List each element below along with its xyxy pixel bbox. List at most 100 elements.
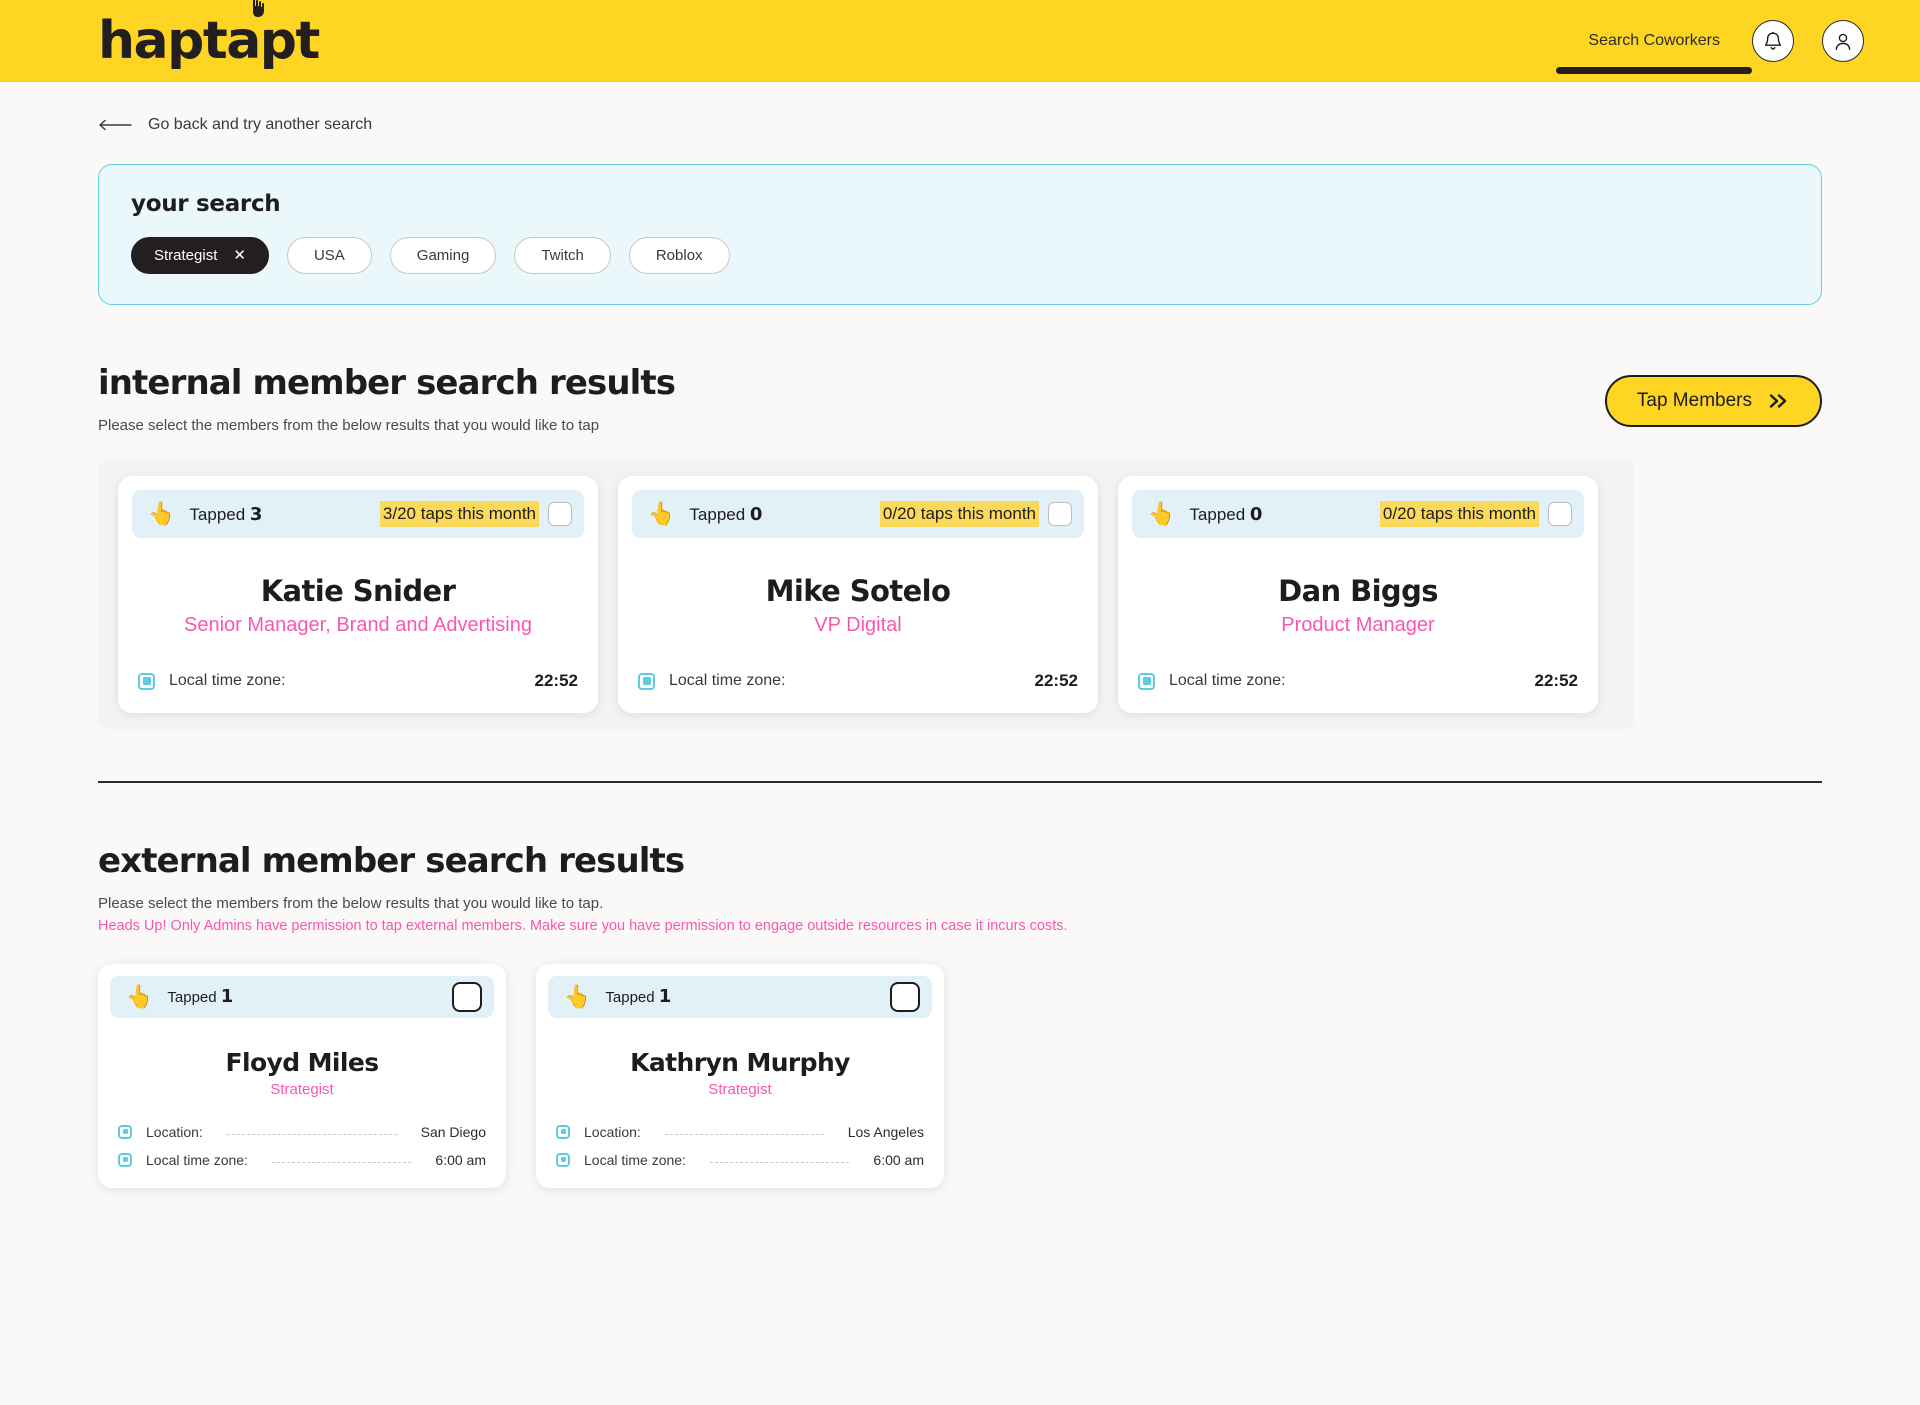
detail-value: 22:52 [1034, 671, 1078, 690]
notifications-button[interactable] [1752, 20, 1794, 62]
pointing-hand-icon: 👆 [562, 981, 594, 1011]
taps-quota-badge: 3/20 taps this month [379, 501, 539, 527]
tap-members-button[interactable]: Tap Members [1604, 375, 1822, 427]
tapped-status: Tapped 1 [605, 986, 671, 1007]
pointing-hand-logo-icon [253, 0, 264, 17]
tap-members-button-label: Tap Members [1636, 390, 1752, 411]
tapped-status: Tapped 0 [1189, 504, 1262, 525]
member-card-header-right: 0/20 taps this month [879, 501, 1072, 527]
taps-quota-badge: 0/20 taps this month [1379, 501, 1539, 527]
member-details: Local time zone: 22:52 [1132, 671, 1584, 691]
member-card-header: 👆 Tapped 0 0/20 taps this month [632, 490, 1084, 538]
external-results-list: 👆 Tapped 1 Floyd Miles Strategist Locati… [98, 963, 1822, 1188]
bullet-square-icon [556, 1152, 570, 1167]
tapped-label-text: Tapped [689, 504, 746, 524]
dotted-leader [709, 1162, 850, 1163]
member-card-header-right [890, 981, 920, 1012]
pointing-hand-icon: 👆 [646, 499, 678, 528]
tapped-count: 1 [658, 986, 672, 1007]
select-member-checkbox[interactable] [1048, 502, 1072, 526]
select-member-checkbox[interactable] [1548, 502, 1572, 526]
detail-label: Local time zone: [669, 672, 786, 689]
detail-value: San Diego [420, 1123, 486, 1140]
member-details: Location: Los Angeles Local time zone: 6… [548, 1124, 932, 1168]
detail-row: Local time zone: 22:52 [138, 671, 578, 691]
bullet-square-icon [638, 672, 655, 690]
detail-label: Local time zone: [146, 1151, 248, 1168]
external-member-card[interactable]: 👆 Tapped 1 Kathryn Murphy Strategist Loc… [536, 963, 944, 1188]
tapped-count: 0 [749, 503, 763, 525]
member-name: Floyd Miles [225, 1047, 380, 1077]
external-section-title: external member search results [98, 840, 685, 881]
detail-value: 22:52 [534, 671, 578, 690]
detail-value: 22:52 [1534, 671, 1578, 690]
profile-button[interactable] [1822, 20, 1864, 62]
member-name: Katie Snider [260, 574, 456, 608]
internal-section-subtitle: Please select the members from the below… [98, 417, 600, 434]
member-card-header: 👆 Tapped 0 0/20 taps this month [1132, 490, 1584, 538]
bullet-square-icon [556, 1124, 570, 1139]
select-member-checkbox[interactable] [452, 981, 482, 1012]
search-chip-roblox[interactable]: Roblox [628, 237, 730, 274]
member-card-header: 👆 Tapped 1 [548, 975, 932, 1018]
tapped-status: Tapped 1 [167, 986, 233, 1007]
search-chip-gaming[interactable]: Gaming [389, 237, 497, 274]
member-details: Location: San Diego Local time zone: 6:0… [110, 1124, 494, 1168]
detail-value: 6:00 am [435, 1151, 486, 1168]
bullet-square-icon [118, 1124, 132, 1139]
member-role: VP Digital [814, 614, 902, 636]
tapped-label-text: Tapped [167, 989, 217, 1006]
detail-row: Local time zone: 22:52 [638, 671, 1078, 691]
member-card-header: 👆 Tapped 1 [110, 975, 494, 1018]
section-divider [98, 781, 1822, 783]
member-card-header-right: 0/20 taps this month [1379, 501, 1572, 527]
taps-quota-badge: 0/20 taps this month [879, 501, 1039, 527]
detail-label: Location: [146, 1123, 203, 1140]
internal-section-titles: internal member search results Please se… [98, 363, 676, 434]
go-back-link[interactable]: Go back and try another search [98, 116, 1822, 134]
detail-value: 6:00 am [873, 1151, 924, 1168]
nav-search-coworkers[interactable]: Search Coworkers [1556, 0, 1752, 82]
search-chip-strategist[interactable]: Strategist ✕ [131, 237, 269, 274]
external-member-card[interactable]: 👆 Tapped 1 Floyd Miles Strategist Locati… [98, 963, 506, 1188]
member-details: Local time zone: 22:52 [132, 671, 584, 691]
app-header: haptapt Search Coworkers [0, 0, 1920, 82]
user-avatar-icon [1835, 33, 1851, 50]
search-chip-label: Gaming [416, 247, 470, 264]
dotted-leader [664, 1134, 824, 1135]
internal-section-header: internal member search results Please se… [98, 363, 1822, 434]
member-role: Product Manager [1281, 614, 1435, 636]
detail-label: Local time zone: [584, 1151, 686, 1168]
member-name: Dan Biggs [1278, 574, 1438, 608]
member-role: Strategist [708, 1080, 772, 1098]
go-back-link-label: Go back and try another search [148, 116, 373, 133]
pointing-hand-icon: 👆 [146, 499, 178, 528]
member-card[interactable]: 👆 Tapped 0 0/20 taps this month Dan Bigg… [1118, 476, 1598, 713]
external-section-subtitle: Please select the members from the below… [98, 894, 604, 912]
tapped-label-text: Tapped [605, 989, 655, 1006]
member-card-header-right: 3/20 taps this month [379, 501, 572, 527]
search-chip-label: USA [313, 247, 345, 264]
tapped-count: 1 [220, 986, 234, 1007]
pointing-hand-icon: 👆 [1146, 499, 1178, 528]
detail-value: Los Angeles [847, 1123, 924, 1140]
internal-results-panel: 👆 Tapped 3 3/20 taps this month Katie Sn… [98, 460, 1635, 729]
nav-search-coworkers-label: Search Coworkers [1588, 32, 1720, 49]
search-chip-usa[interactable]: USA [286, 237, 372, 274]
bullet-square-icon [118, 1152, 132, 1167]
detail-row: Location: Los Angeles [556, 1124, 924, 1140]
remove-chip-icon[interactable]: ✕ [233, 248, 246, 263]
member-card[interactable]: 👆 Tapped 3 3/20 taps this month Katie Sn… [118, 476, 598, 713]
select-member-checkbox[interactable] [548, 502, 572, 526]
member-name: Mike Sotelo [765, 574, 951, 608]
search-chip-twitch[interactable]: Twitch [514, 237, 611, 274]
double-chevron-right-icon [1769, 394, 1787, 408]
detail-row: Local time zone: 22:52 [1138, 671, 1578, 691]
tapped-status: Tapped 0 [689, 504, 762, 525]
member-card[interactable]: 👆 Tapped 0 0/20 taps this month Mike Sot… [618, 476, 1098, 713]
brand-logo[interactable]: haptapt [98, 0, 320, 67]
select-member-checkbox[interactable] [890, 981, 920, 1012]
page-body: Go back and try another search your sear… [0, 116, 1920, 1188]
tapped-label-text: Tapped [1189, 504, 1246, 524]
dotted-leader [226, 1134, 397, 1135]
